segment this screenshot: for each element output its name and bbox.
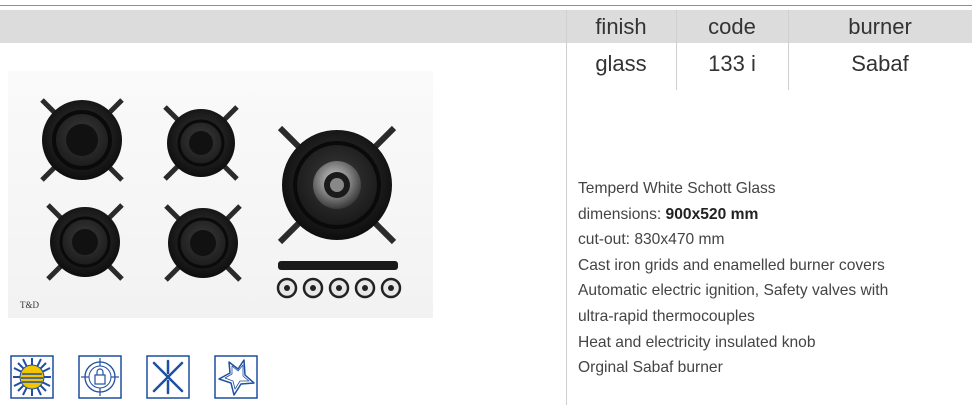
product-image [8, 71, 433, 318]
value-burner: Sabaf [851, 51, 909, 76]
spec-list: Temperd White Schott Glass dimensions: 9… [578, 176, 888, 381]
header-code: code [708, 14, 756, 39]
spec-cutout: cut-out: 830x470 mm [578, 231, 725, 249]
spec-knob: Heat and electricity insulated knob [578, 333, 816, 351]
burner-top-left [40, 98, 124, 182]
target-lock-icon [78, 355, 122, 399]
hob-illustration [40, 98, 402, 299]
spec-dimensions: dimensions: 900x520 mm [578, 202, 888, 228]
spec-ignition: Automatic electric ignition, Safety valv… [578, 282, 889, 300]
control-knobs [276, 277, 402, 299]
spec-burner: Orginal Sabaf burner [578, 359, 723, 377]
brand-label: T&D [20, 300, 39, 310]
top-accent-line [0, 5, 972, 6]
burner-wok [277, 125, 397, 245]
spec-glass: Temperd White Schott Glass [578, 180, 776, 197]
control-rail [278, 261, 398, 270]
burner-bottom-middle [164, 204, 242, 282]
spec-thermocouples: ultra-rapid thermocouples [578, 307, 755, 325]
sun-icon [10, 355, 54, 399]
star-icon [214, 355, 258, 399]
spec-grids: Cast iron grids and enamelled burner cov… [578, 256, 885, 274]
spec-dimensions-value: 900x520 mm [665, 205, 759, 223]
burner-top-middle [163, 105, 239, 181]
value-code: 133 i [708, 51, 756, 76]
header-finish: finish [595, 14, 647, 39]
spec-dimensions-label: dimensions: [578, 205, 666, 223]
value-finish: glass [595, 51, 647, 76]
header-burner: burner [848, 14, 912, 39]
burner-bottom-left [46, 203, 124, 281]
snowflake-icon [146, 355, 190, 399]
